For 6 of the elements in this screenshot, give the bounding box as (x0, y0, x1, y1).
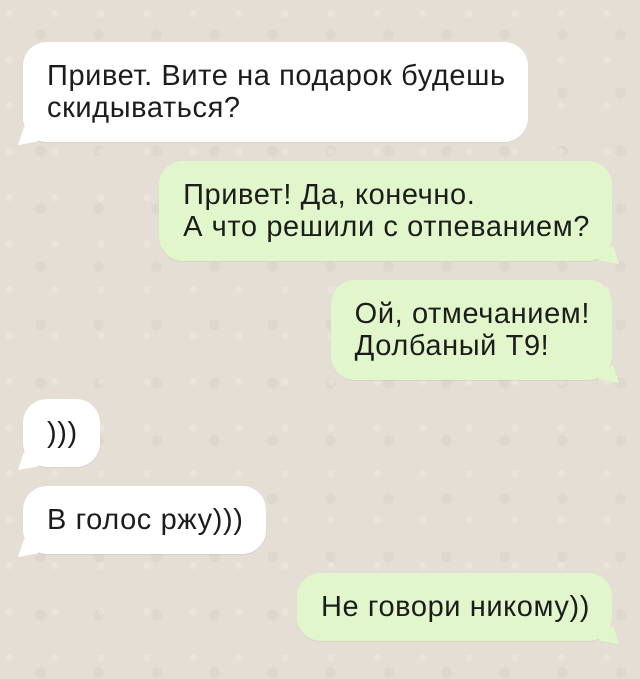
message-text: Привет. Вите на подарок будешь скидываться? (47, 60, 506, 124)
message-text: В голос ржу))) (47, 504, 244, 536)
message-text: Не говори никому)) (320, 591, 590, 623)
message-text: Ой, отмечанием! Долбаный Т9! (354, 298, 590, 362)
message-text: ))) (47, 417, 78, 449)
message-text: Привет! Да, конечно. А что решили с отпеванием? (183, 179, 590, 243)
